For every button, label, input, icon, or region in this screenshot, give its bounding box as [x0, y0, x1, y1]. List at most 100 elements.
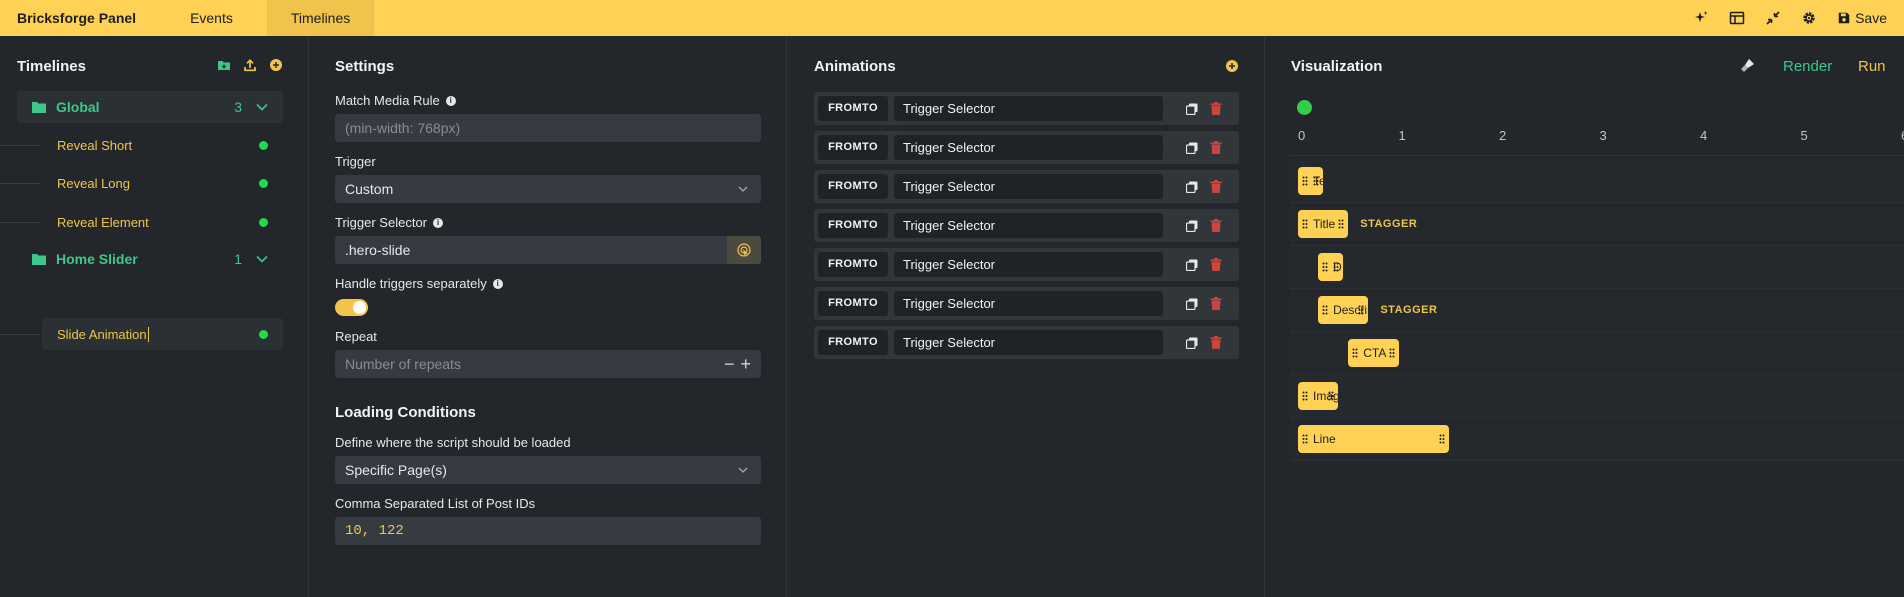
selector-input[interactable]: Trigger Selector — [894, 96, 1163, 121]
drag-handle-icon[interactable] — [1352, 348, 1358, 358]
chevron-down-icon — [738, 467, 748, 473]
timeline-label[interactable]: Slide Animation — [57, 326, 149, 342]
bar-label: CTA — [1363, 346, 1387, 360]
plus-icon[interactable]: + — [740, 354, 751, 375]
load-location-value: Specific Page(s) — [345, 462, 447, 478]
animation-row[interactable]: FROMTO Trigger Selector — [814, 92, 1239, 125]
drag-handle-icon[interactable] — [1302, 391, 1308, 401]
group-global[interactable]: Global 3 — [17, 91, 283, 123]
drag-handle-icon[interactable] — [1358, 305, 1364, 315]
drag-handle-icon[interactable] — [1328, 391, 1334, 401]
gear-icon[interactable] — [1801, 10, 1817, 26]
animation-row[interactable]: FROMTO Trigger Selector — [814, 131, 1239, 164]
upload-icon[interactable] — [243, 58, 257, 72]
duplicate-icon[interactable] — [1186, 181, 1198, 193]
selector-input[interactable]: Trigger Selector — [894, 330, 1163, 355]
chevron-down-icon[interactable] — [255, 252, 269, 266]
trash-icon[interactable] — [1210, 297, 1222, 310]
animation-row[interactable]: FROMTO Trigger Selector — [814, 209, 1239, 242]
handle-triggers-toggle[interactable] — [335, 299, 368, 316]
trash-icon[interactable] — [1210, 141, 1222, 154]
trash-icon[interactable] — [1210, 102, 1222, 115]
animation-bar[interactable]: Description — [1318, 296, 1369, 324]
animation-bar[interactable]: D — [1318, 253, 1344, 281]
info-icon[interactable]: i — [445, 95, 456, 106]
duplicate-icon[interactable] — [1186, 337, 1198, 349]
duplicate-icon[interactable] — [1186, 103, 1198, 115]
render-button[interactable]: Render — [1783, 58, 1832, 75]
animation-type-badge[interactable]: FROMTO — [818, 96, 888, 121]
animation-type-badge[interactable]: FROMTO — [818, 252, 888, 277]
selector-input[interactable]: Trigger Selector — [894, 135, 1163, 160]
drag-handle-icon[interactable] — [1302, 219, 1308, 229]
chevron-down-icon[interactable] — [255, 100, 269, 114]
drag-handle-icon[interactable] — [1389, 348, 1395, 358]
list-item-selected[interactable]: Slide Animation — [42, 318, 283, 350]
animation-type-badge[interactable]: FROMTO — [818, 291, 888, 316]
sparkle-icon[interactable] — [1693, 10, 1709, 26]
animation-type-badge[interactable]: FROMTO — [818, 174, 888, 199]
minus-icon[interactable]: − — [724, 354, 735, 375]
run-button[interactable]: Run — [1858, 58, 1886, 75]
animation-row[interactable]: FROMTO Trigger Selector — [814, 287, 1239, 320]
duplicate-icon[interactable] — [1186, 259, 1198, 271]
selector-input[interactable]: Trigger Selector — [894, 252, 1163, 277]
animation-bar[interactable]: CTA — [1348, 339, 1399, 367]
playhead-marker[interactable] — [1297, 100, 1312, 115]
list-item[interactable]: Reveal Element — [42, 206, 283, 238]
match-media-input[interactable]: (min-width: 768px) — [335, 114, 761, 142]
trigger-label: Trigger — [335, 154, 376, 169]
repeat-input[interactable]: Number of repeats − + — [335, 350, 761, 378]
clear-brush-icon[interactable] — [1740, 57, 1756, 73]
drag-handle-icon[interactable] — [1313, 176, 1319, 186]
trash-icon[interactable] — [1210, 336, 1222, 349]
trigger-selector-input[interactable]: .hero-slide — [335, 236, 761, 264]
list-item[interactable]: Reveal Short — [42, 129, 283, 161]
animation-type-badge[interactable]: FROMTO — [818, 213, 888, 238]
duplicate-icon[interactable] — [1186, 220, 1198, 232]
animation-bar[interactable]: Te — [1298, 167, 1324, 195]
selector-input[interactable]: Trigger Selector — [894, 174, 1163, 199]
drag-handle-icon[interactable] — [1333, 262, 1339, 272]
list-item[interactable]: Reveal Long — [42, 167, 283, 199]
group-home-slider[interactable]: Home Slider 1 — [17, 243, 283, 275]
info-icon[interactable]: i — [492, 278, 503, 289]
timeline-lane — [1290, 246, 1904, 289]
drag-handle-icon[interactable] — [1338, 219, 1344, 229]
drag-handle-icon[interactable] — [1322, 305, 1328, 315]
animation-row[interactable]: FROMTO Trigger Selector — [814, 326, 1239, 359]
selector-input[interactable]: Trigger Selector — [894, 213, 1163, 238]
trash-icon[interactable] — [1210, 258, 1222, 271]
collapse-icon[interactable] — [1765, 10, 1781, 26]
save-button[interactable]: Save — [1837, 10, 1887, 26]
info-icon[interactable]: i — [433, 217, 443, 228]
animation-bar[interactable]: Image — [1298, 382, 1339, 410]
animation-type-badge[interactable]: FROMTO — [818, 135, 888, 160]
add-folder-icon[interactable] — [217, 58, 231, 72]
trash-icon[interactable] — [1210, 219, 1222, 232]
trash-icon[interactable] — [1210, 180, 1222, 193]
trigger-select[interactable]: Custom — [335, 175, 761, 203]
drag-handle-icon[interactable] — [1302, 434, 1308, 444]
animation-row[interactable]: FROMTO Trigger Selector — [814, 248, 1239, 281]
tab-events[interactable]: Events — [166, 0, 257, 36]
animation-bar[interactable]: Title — [1298, 210, 1349, 238]
selector-input[interactable]: Trigger Selector — [894, 291, 1163, 316]
animation-row[interactable]: FROMTO Trigger Selector — [814, 170, 1239, 203]
status-dot — [259, 329, 268, 339]
add-timeline-icon[interactable] — [269, 58, 283, 72]
animation-type-badge[interactable]: FROMTO — [818, 330, 888, 355]
animation-bar[interactable]: Line — [1298, 425, 1449, 453]
add-animation-icon[interactable] — [1225, 59, 1239, 73]
post-ids-label: Comma Separated List of Post IDs — [335, 496, 536, 511]
drag-handle-icon[interactable] — [1322, 262, 1328, 272]
drag-handle-icon[interactable] — [1439, 434, 1445, 444]
layout-icon[interactable] — [1729, 10, 1745, 26]
duplicate-icon[interactable] — [1186, 298, 1198, 310]
drag-handle-icon[interactable] — [1302, 176, 1308, 186]
post-ids-input[interactable]: 10, 122 — [335, 517, 761, 545]
load-location-select[interactable]: Specific Page(s) — [335, 456, 761, 484]
element-picker-button[interactable] — [727, 236, 761, 264]
duplicate-icon[interactable] — [1186, 142, 1198, 154]
tab-timelines[interactable]: Timelines — [266, 0, 375, 36]
